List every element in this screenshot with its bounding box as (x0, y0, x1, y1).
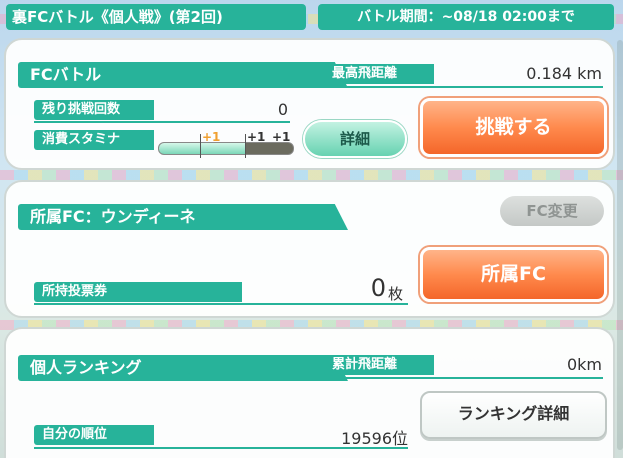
affiliated-fc-panel: 所属FC：ウンディーネ FC変更 所持投票券 0 枚 所属FC (4, 180, 615, 318)
header-bar: 裏FCバトル《個人戦》(第2回) バトル期間：~08/18 02:00まで (0, 0, 623, 34)
remaining-attempts-value: 0 (277, 100, 288, 119)
section-title-personal-ranking: 個人ランキング (18, 355, 348, 381)
voting-tickets-value: 0 (370, 274, 386, 302)
my-rank-value: 19596位 (341, 429, 408, 448)
total-distance-value: 0km (566, 355, 602, 374)
scrollbar[interactable] (617, 40, 623, 450)
voting-tickets-underline (34, 303, 408, 305)
voting-tickets-unit: 枚 (388, 285, 404, 303)
my-rank-label: 自分の順位 (34, 425, 154, 445)
challenge-button[interactable]: 挑戦する (420, 98, 607, 157)
stamina-tick (200, 134, 201, 158)
remaining-attempts-underline (34, 121, 290, 123)
stamina-bar-fill (159, 143, 247, 154)
voting-tickets-label: 所持投票券 (34, 282, 242, 302)
stamina-mark-2: +1 (247, 130, 266, 144)
total-distance-underline (324, 377, 603, 379)
section-title-fc-battle: FCバトル (18, 62, 348, 88)
detail-button[interactable]: 詳細 (303, 120, 407, 158)
stamina-mark-1: +1 (202, 130, 221, 144)
fc-change-button[interactable]: FC変更 (500, 196, 604, 226)
remaining-attempts-label: 残り挑戦回数 (34, 100, 154, 120)
max-distance-label: 最高飛距離 (324, 64, 434, 84)
personal-ranking-panel: 個人ランキング 累計飛距離 0km 自分の順位 19596位 ランキング詳細 (4, 327, 615, 458)
total-distance-label: 累計飛距離 (324, 355, 434, 375)
event-title: 裏FCバトル《個人戦》(第2回) (6, 4, 306, 30)
stamina-cost-label: 消費スタミナ (34, 130, 154, 150)
stamina-mark-3: +1 (272, 130, 291, 144)
fc-battle-panel: FCバトル 最高飛距離 0.184 km 残り挑戦回数 0 消費スタミナ +1 … (4, 38, 615, 170)
section-title-affiliated-fc: 所属FC：ウンディーネ (18, 204, 348, 230)
stamina-tick (245, 134, 246, 158)
battle-period: バトル期間：~08/18 02:00まで (318, 4, 614, 30)
affiliated-fc-button[interactable]: 所属FC (420, 247, 607, 302)
ranking-detail-button[interactable]: ランキング詳細 (420, 391, 607, 439)
max-distance-value: 0.184 km (526, 64, 602, 83)
max-distance-underline (324, 86, 603, 88)
my-rank-underline (34, 447, 408, 449)
